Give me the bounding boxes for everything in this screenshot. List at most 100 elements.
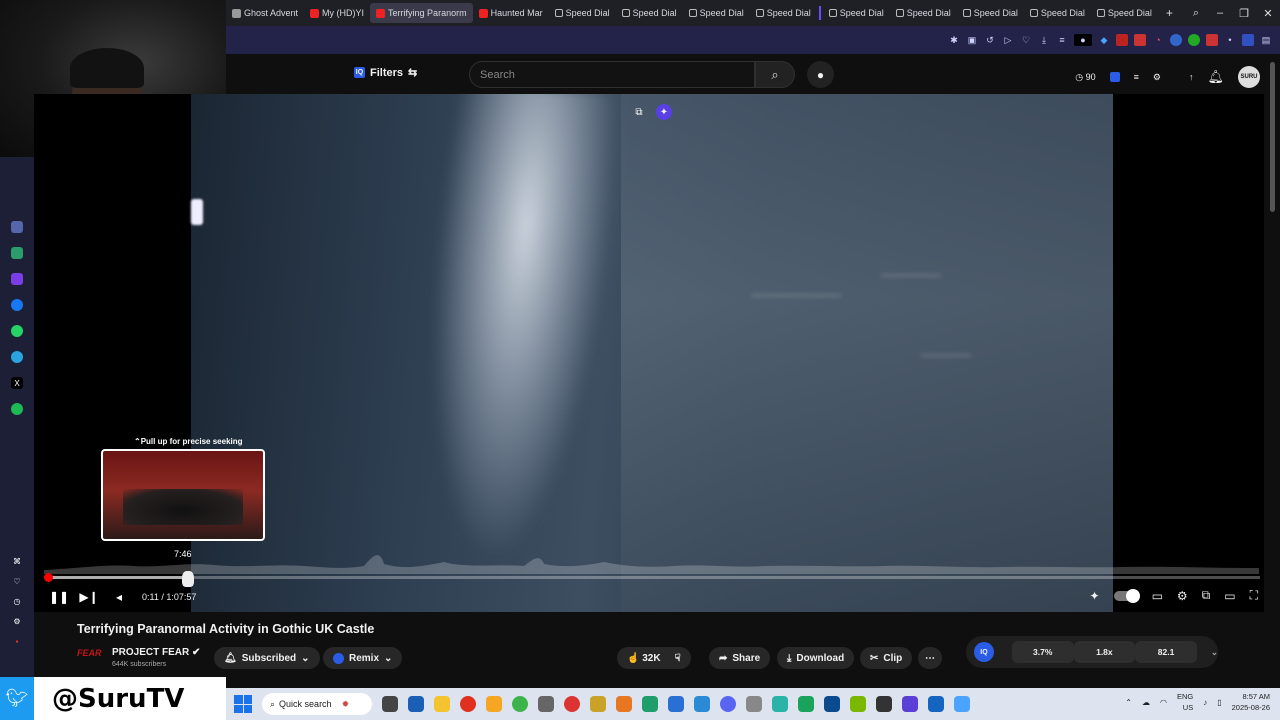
minimize-icon[interactable]: – <box>1208 7 1232 19</box>
next-icon[interactable]: ▶❙ <box>74 590 104 604</box>
miniplayer-icon[interactable]: ⧉ <box>1202 588 1211 603</box>
app-icon[interactable] <box>954 696 970 712</box>
search-input[interactable]: Search <box>469 61 755 88</box>
list-icon[interactable]: ≡ <box>1134 72 1139 82</box>
search-button[interactable]: ⌕ <box>755 61 795 88</box>
whatsapp-icon[interactable] <box>11 325 23 337</box>
sidebar-icon[interactable]: ▤ <box>1260 34 1272 46</box>
captions-icon[interactable]: ▭ <box>1152 589 1163 603</box>
taskbar-search[interactable]: ⌕ Quick search ✹ <box>262 693 372 715</box>
app-icon[interactable] <box>850 696 866 712</box>
app-icon[interactable] <box>642 696 658 712</box>
restore-icon[interactable]: ❐ <box>1232 7 1256 20</box>
settings-icon[interactable]: ⚙ <box>1177 589 1188 603</box>
tab[interactable]: Speed Dial <box>890 3 957 23</box>
app-icon[interactable] <box>486 696 502 712</box>
app-icon[interactable] <box>798 696 814 712</box>
extension-icon[interactable] <box>1134 34 1146 46</box>
close-icon[interactable]: ✕ <box>1256 7 1280 20</box>
messenger-icon[interactable] <box>11 299 23 311</box>
pause-icon[interactable]: ❚❚ <box>44 590 74 604</box>
more-actions-button[interactable]: ⋯ <box>918 647 942 669</box>
like-button[interactable]: ☝ 32K <box>627 653 661 664</box>
upload-icon[interactable]: ↑ <box>1189 72 1194 82</box>
app-icon[interactable] <box>408 696 424 712</box>
extension-icon[interactable] <box>1170 34 1182 46</box>
extension-icon[interactable] <box>1242 34 1254 46</box>
play-icon[interactable]: ▷ <box>1002 34 1014 46</box>
chevron-up-icon[interactable]: ⌃ <box>1125 698 1132 707</box>
extension-icon[interactable]: ● <box>1074 34 1092 46</box>
progress-scrubber[interactable] <box>44 573 53 582</box>
extension-icon[interactable] <box>1206 34 1218 46</box>
video-player[interactable]: ⧉ ✦ ⌃Pull up for precise seeking 7:46 ❚❚… <box>34 94 1264 612</box>
ad-counter[interactable]: ◷ 90 <box>1075 72 1095 83</box>
wifi-icon[interactable]: ◠ <box>1160 698 1167 707</box>
channel-logo[interactable]: FEAR <box>77 648 104 668</box>
remix-button[interactable]: Remix ⌄ <box>323 647 403 669</box>
dislike-button[interactable]: ☟ <box>675 653 681 664</box>
filters-button[interactable]: IQ Filters ⇆ <box>354 66 417 79</box>
tab-active[interactable]: Terrifying Paranorm <box>370 3 473 23</box>
chatgpt-icon[interactable] <box>11 247 23 259</box>
channel-name[interactable]: PROJECT FEAR ✔ <box>112 647 200 658</box>
iq-icon[interactable] <box>1109 72 1120 82</box>
extension-icon[interactable] <box>1116 34 1128 46</box>
app-icon[interactable] <box>11 221 23 233</box>
system-clock[interactable]: 8:57 AM 2025-08-26 <box>1232 691 1270 713</box>
tab[interactable]: Speed Dial <box>823 3 890 23</box>
extension-icon[interactable] <box>1188 34 1200 46</box>
progress-track[interactable] <box>46 576 1260 579</box>
diamond-icon[interactable]: ◆ <box>1098 34 1110 46</box>
tab[interactable]: Speed Dial <box>750 3 817 23</box>
app-icon[interactable] <box>824 696 840 712</box>
app-icon[interactable]: ▪ <box>11 635 23 647</box>
avatar[interactable]: SURU <box>1238 66 1260 88</box>
tab[interactable]: Speed Dial <box>683 3 750 23</box>
translate-icon[interactable]: ✱ <box>948 34 960 46</box>
tab[interactable]: Speed Dial <box>616 3 683 23</box>
notifications-icon[interactable]: 🔔︎ <box>1207 69 1224 85</box>
menu-icon[interactable]: ≡ <box>1056 34 1068 46</box>
voice-search-button[interactable]: ● <box>807 61 834 88</box>
share-button[interactable]: ➦ Share <box>709 647 771 669</box>
app-icon[interactable] <box>928 696 944 712</box>
tab[interactable]: Haunted Mar <box>473 3 549 23</box>
tab[interactable]: Speed Dial <box>957 3 1024 23</box>
subscribed-button[interactable]: 🔔︎ Subscribed ⌄ <box>214 647 320 669</box>
tab[interactable]: My (HD)YI <box>304 3 370 23</box>
app-icon[interactable] <box>512 696 528 712</box>
extension-icon[interactable]: ⚙ <box>1153 72 1161 83</box>
telegram-icon[interactable] <box>11 351 23 363</box>
fullscreen-icon[interactable]: ⛶ <box>1250 588 1258 603</box>
heart-icon[interactable]: ♡ <box>1020 34 1032 46</box>
cloud-icon[interactable]: ☁ <box>1142 698 1150 707</box>
tab[interactable]: Speed Dial <box>549 3 616 23</box>
sparkle-icon[interactable]: ✦ <box>1090 589 1100 603</box>
settings-icon[interactable]: ⚙ <box>11 615 23 627</box>
chevron-down-icon[interactable]: ⌄ <box>1211 647 1218 658</box>
x-icon[interactable]: X <box>11 377 23 389</box>
app-icon[interactable] <box>590 696 606 712</box>
extension-icon[interactable]: • <box>1224 34 1236 46</box>
theater-mode-icon[interactable]: ▭ <box>1224 589 1235 603</box>
copy-icon[interactable]: ⧉ <box>631 104 647 120</box>
opera-icon[interactable] <box>460 696 476 712</box>
app-icon[interactable] <box>772 696 788 712</box>
language-indicator[interactable]: ENG US <box>1177 691 1193 713</box>
screenshot-icon[interactable]: ▣ <box>966 34 978 46</box>
clock-icon[interactable]: ◷ <box>11 595 23 607</box>
new-tab-button[interactable]: + <box>1166 6 1173 20</box>
volume-icon[interactable]: ◂ <box>104 590 134 604</box>
app-icon[interactable] <box>746 696 762 712</box>
autoplay-toggle[interactable] <box>1113 588 1140 603</box>
tab[interactable]: Speed Dial <box>1091 3 1158 23</box>
search-tabs-icon[interactable]: ⌕ <box>1184 7 1208 20</box>
battery-icon[interactable]: ▯ <box>1217 698 1221 707</box>
heart-icon[interactable]: ♡ <box>11 575 23 587</box>
clip-button[interactable]: ✂ Clip <box>860 647 913 669</box>
download-button[interactable]: ⤓ Download <box>777 647 855 669</box>
app-icon[interactable] <box>538 696 554 712</box>
app-icon[interactable] <box>668 696 684 712</box>
app-icon[interactable] <box>11 273 23 285</box>
